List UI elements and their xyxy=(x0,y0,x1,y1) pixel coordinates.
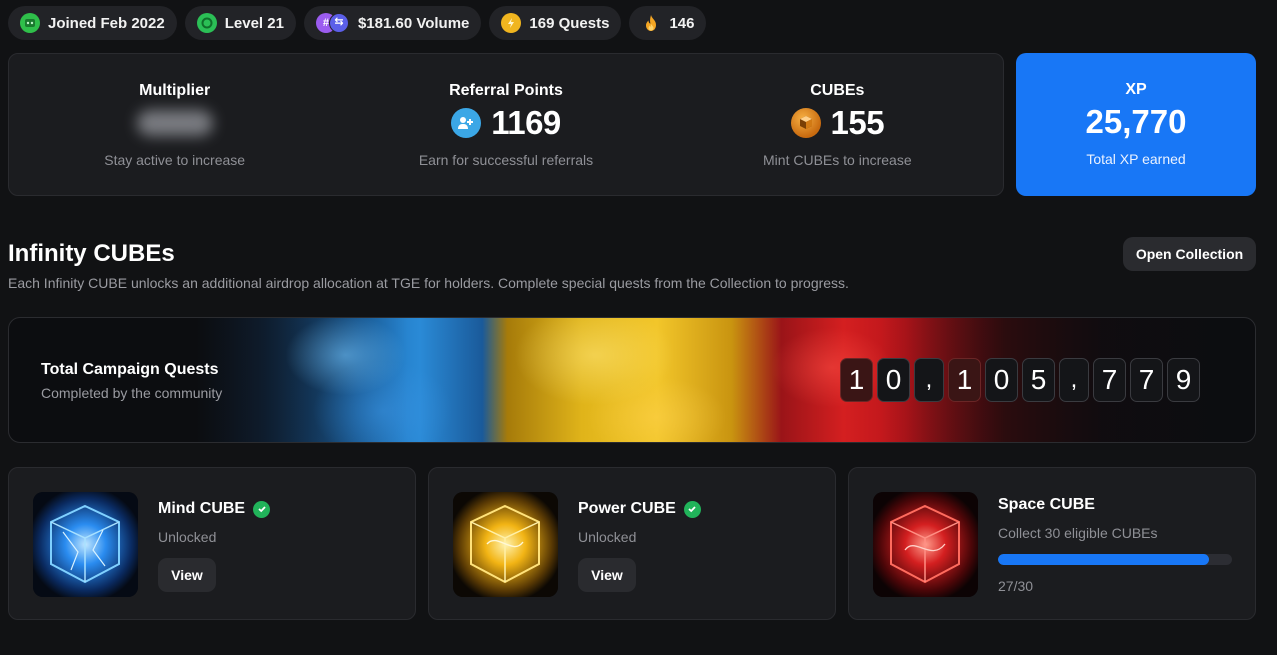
counter-digit: 1 xyxy=(948,358,981,402)
referral-icon xyxy=(451,108,482,138)
section-title: Infinity CUBEs xyxy=(8,240,175,267)
mind-cube-title-row: Mind CUBE xyxy=(158,500,271,518)
space-cube-image xyxy=(873,492,978,597)
power-cube-title-row: Power CUBE xyxy=(578,500,701,518)
check-icon xyxy=(683,500,701,518)
quests-label: 169 Quests xyxy=(529,14,610,32)
stats-panel: Multiplier Stay active to increase Refer… xyxy=(8,53,1004,196)
open-collection-button[interactable]: Open Collection xyxy=(1123,237,1256,271)
space-cube-card: Space CUBE Collect 30 eligible CUBEs 27/… xyxy=(848,467,1256,620)
xp-card: XP 25,770 Total XP earned xyxy=(1016,53,1256,196)
cubes-stat: CUBEs 155 Mint CUBEs to increase xyxy=(672,54,1003,195)
joined-label: Joined Feb 2022 xyxy=(48,14,165,32)
power-cube-image xyxy=(453,492,558,597)
mind-cube-title: Mind CUBE xyxy=(158,500,246,517)
multiplier-value-blurred xyxy=(136,110,213,136)
streak-pill: 146 xyxy=(629,6,707,40)
mind-cube-card: Mind CUBE Unlocked View xyxy=(8,467,416,620)
referral-stat: Referral Points 1169 Earn for successful… xyxy=(340,54,671,195)
xp-value: 25,770 xyxy=(1085,103,1187,140)
counter-digit: 0 xyxy=(985,358,1018,402)
bolt-icon xyxy=(501,13,522,33)
campaign-banner: Total Campaign Quests Completed by the c… xyxy=(8,317,1256,443)
campaign-subtitle: Completed by the community xyxy=(41,385,223,401)
space-cube-status: Collect 30 eligible CUBEs xyxy=(998,525,1158,541)
xp-sub: Total XP earned xyxy=(1086,151,1186,167)
counter-separator: , xyxy=(914,358,944,402)
cubes-value: 155 xyxy=(830,104,885,141)
section-description: Each Infinity CUBE unlocks an additional… xyxy=(8,275,849,291)
cubes-sub: Mint CUBEs to increase xyxy=(763,152,912,168)
power-cube-status: Unlocked xyxy=(578,529,637,545)
volume-pill: # ⇆ $181.60 Volume xyxy=(303,6,482,40)
counter-digit: 5 xyxy=(1022,358,1055,402)
xp-label: XP xyxy=(1125,81,1147,98)
joined-icon xyxy=(20,13,40,33)
mind-cube-status: Unlocked xyxy=(158,529,217,545)
cube-icon xyxy=(790,108,821,138)
power-cube-card: Power CUBE Unlocked View xyxy=(428,467,836,620)
quest-counter: 1 0 , 1 0 5 , 7 7 9 xyxy=(840,358,1200,402)
counter-digit: 1 xyxy=(840,358,873,402)
referral-value: 1169 xyxy=(491,104,561,141)
referral-sub: Earn for successful referrals xyxy=(418,152,594,168)
campaign-title: Total Campaign Quests xyxy=(41,361,219,378)
multiplier-stat: Multiplier Stay active to increase xyxy=(9,54,340,195)
multiplier-label: Multiplier xyxy=(139,82,211,99)
power-cube-view-button[interactable]: View xyxy=(578,558,636,592)
counter-digit: 0 xyxy=(877,358,910,402)
mind-cube-image xyxy=(33,492,138,597)
counter-digit: 7 xyxy=(1093,358,1126,402)
joined-pill: Joined Feb 2022 xyxy=(8,6,177,40)
level-pill: Level 21 xyxy=(184,6,296,40)
profile-pills: Joined Feb 2022 Level 21 # ⇆ $181.60 Volu… xyxy=(8,6,707,40)
streak-label: 146 xyxy=(669,14,695,32)
mind-cube-view-button[interactable]: View xyxy=(158,558,216,592)
counter-digit: 7 xyxy=(1130,358,1163,402)
volume-label: $181.60 Volume xyxy=(357,14,470,32)
cubes-label: CUBEs xyxy=(810,82,865,99)
referral-label: Referral Points xyxy=(449,82,563,99)
space-cube-title: Space CUBE xyxy=(998,496,1095,513)
level-icon xyxy=(196,13,217,33)
volume-icon: # ⇆ xyxy=(315,13,350,33)
counter-separator: , xyxy=(1059,358,1089,402)
counter-digit: 9 xyxy=(1167,358,1200,402)
multiplier-sub: Stay active to increase xyxy=(104,152,246,168)
level-label: Level 21 xyxy=(224,14,284,32)
check-icon xyxy=(253,500,271,518)
quests-pill: 169 Quests xyxy=(489,6,622,40)
space-cube-progress-bar xyxy=(998,554,1232,565)
space-cube-progress-fill xyxy=(998,554,1209,565)
fire-icon xyxy=(641,13,661,33)
space-cube-title-row: Space CUBE xyxy=(998,496,1095,514)
space-cube-progress-text: 27/30 xyxy=(998,578,1034,594)
power-cube-title: Power CUBE xyxy=(578,500,676,517)
